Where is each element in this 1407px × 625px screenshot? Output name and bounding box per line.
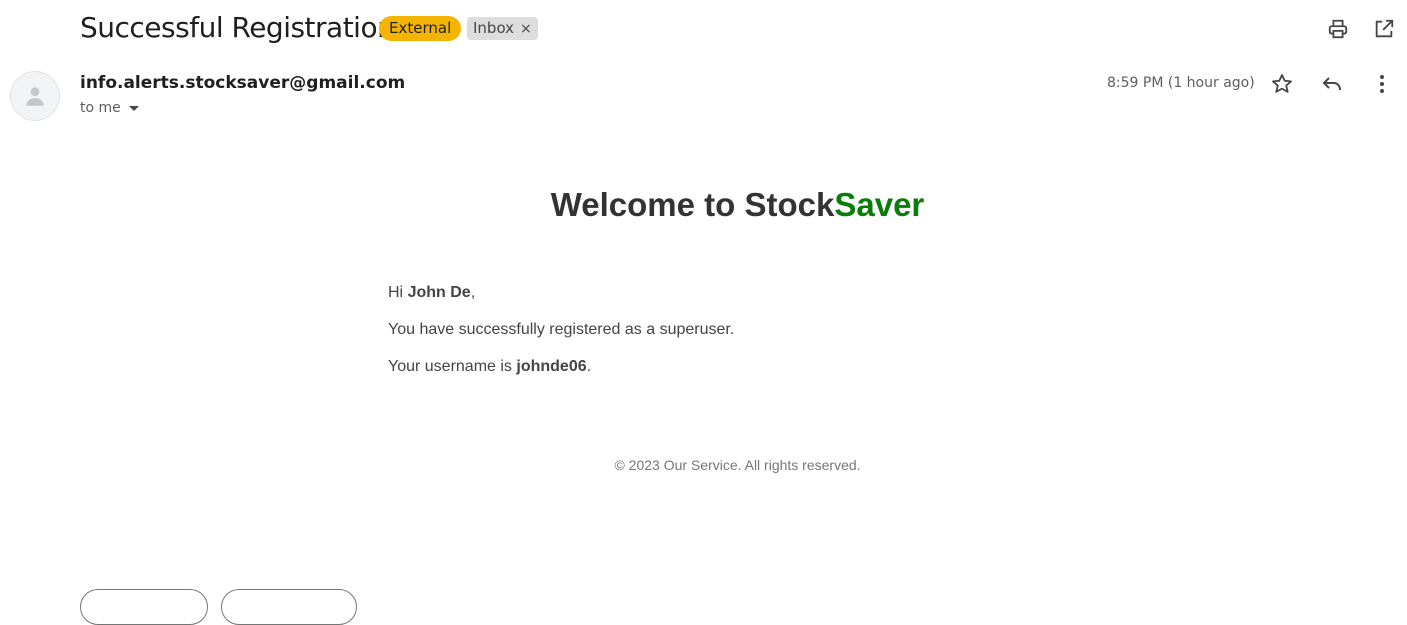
email-timestamp: 8:59 PM (1 hour ago) [1107, 75, 1255, 91]
star-icon[interactable] [1270, 72, 1294, 96]
print-icon[interactable] [1327, 18, 1349, 40]
copyright-footer: © 2023 Our Service. All rights reserved. [614, 457, 861, 473]
username-prefix: Your username is [388, 358, 517, 375]
recipient-label: to me [80, 100, 121, 116]
user-name: John De [407, 284, 471, 301]
sender-avatar[interactable] [10, 71, 60, 121]
inbox-label-text: Inbox [473, 19, 515, 37]
email-subject: Successful Registration [80, 11, 395, 44]
username-value: johnde06 [516, 358, 587, 375]
greeting-line: Hi John De, [388, 283, 475, 303]
person-icon [26, 87, 44, 106]
forward-button[interactable] [221, 589, 357, 625]
reply-icon[interactable] [1320, 72, 1344, 96]
username-line: Your username is johnde06. [388, 357, 591, 377]
inbox-label-badge[interactable]: Inbox × [467, 17, 538, 40]
more-vertical-icon[interactable] [1370, 72, 1394, 96]
recipient-details-toggle[interactable]: to me [80, 98, 139, 118]
remove-label-icon[interactable]: × [520, 21, 532, 37]
greeting-suffix: , [470, 284, 476, 301]
external-label-badge: External [379, 16, 462, 41]
reply-button[interactable] [80, 589, 208, 625]
welcome-heading: Welcome to StockSaver [0, 186, 1407, 224]
registration-message: You have successfully registered as a su… [388, 321, 735, 338]
welcome-heading-brand: Saver [834, 186, 925, 223]
greeting-prefix: Hi [388, 284, 408, 301]
chevron-down-icon [128, 105, 139, 111]
username-suffix: . [586, 358, 592, 375]
open-in-new-window-icon[interactable] [1373, 18, 1395, 40]
sender-email[interactable]: info.alerts.stocksaver@gmail.com [80, 72, 405, 94]
welcome-heading-prefix: Welcome to Stock [550, 186, 835, 223]
